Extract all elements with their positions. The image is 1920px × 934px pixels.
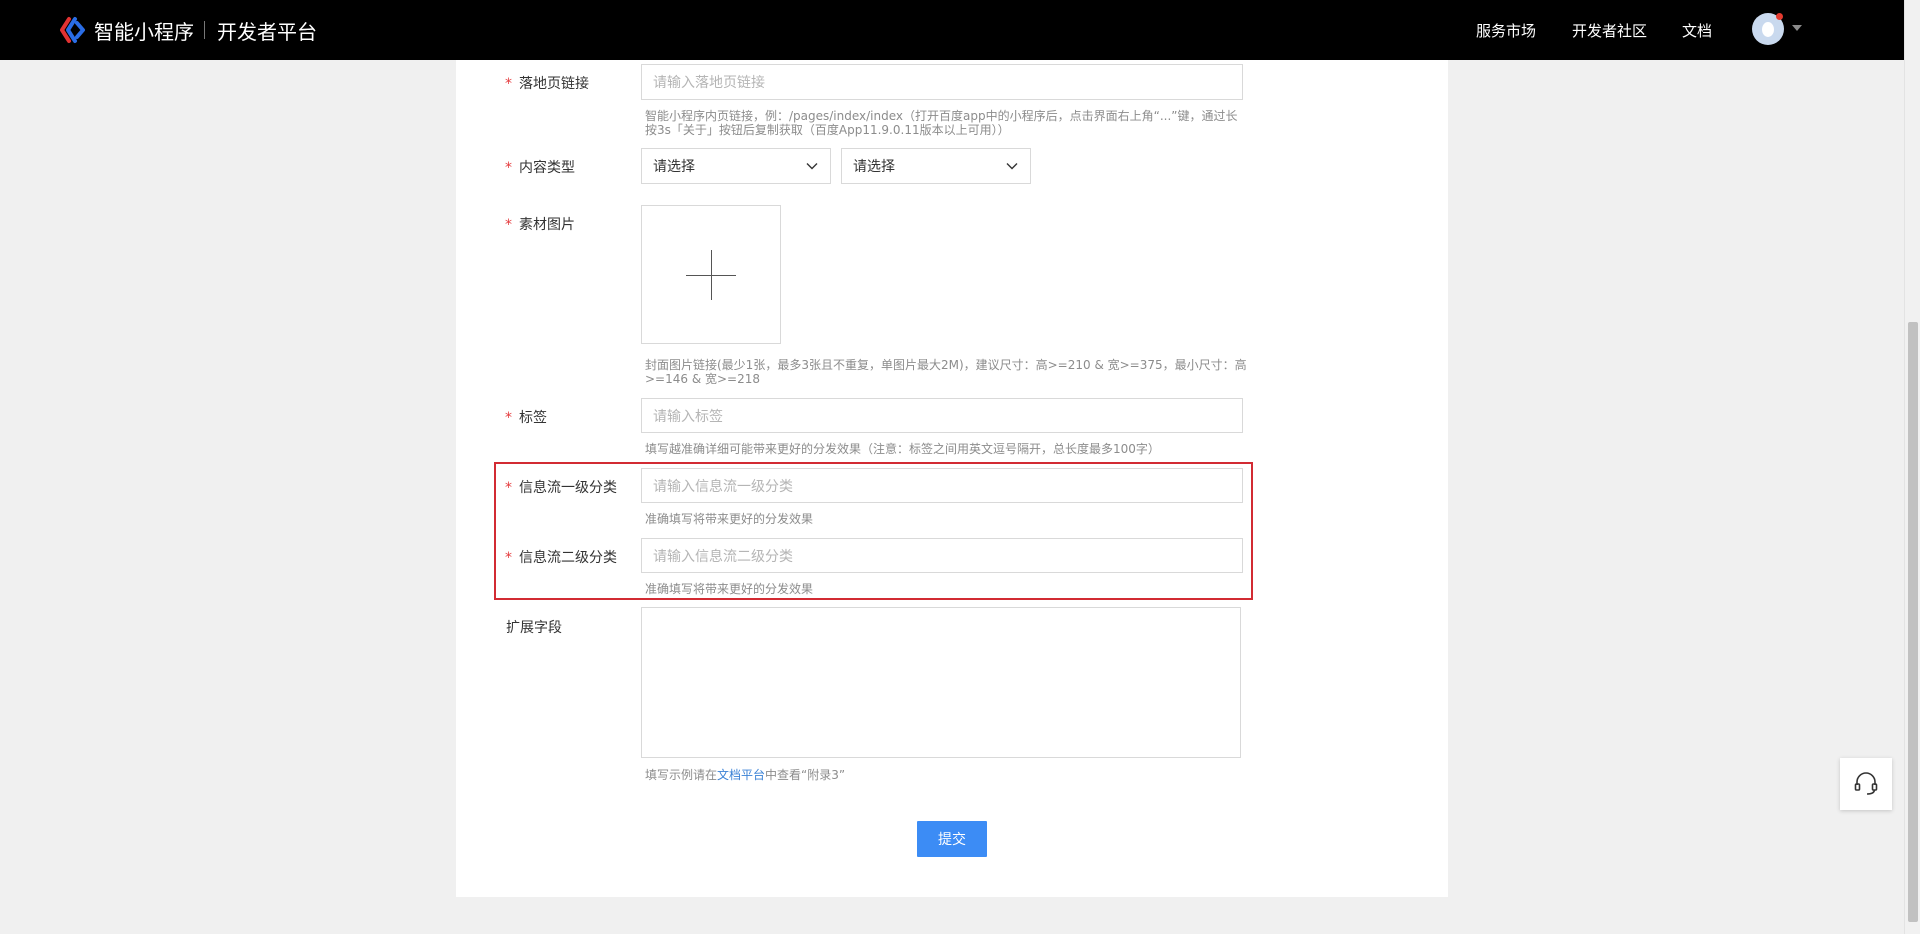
brand-name: 智能小程序 [94,19,194,44]
headset-icon [1854,772,1878,795]
plus-icon-vertical [711,250,712,300]
required-mark: * [505,480,512,496]
nav-docs[interactable]: 文档 [1682,0,1712,60]
required-mark: * [505,217,512,233]
tags-input[interactable]: 请输入标签 [641,398,1243,433]
extension-field-label: 扩展字段 [506,620,562,636]
feed-level2-label: * 信息流二级分类 [505,550,617,566]
chevron-down-icon [1006,163,1018,170]
brand-divider [204,21,205,39]
chevron-down-icon[interactable] [1792,25,1802,31]
customer-service-button[interactable] [1840,758,1892,810]
content-type-label: * 内容类型 [505,160,575,176]
page-scrollbar[interactable] [1904,0,1920,934]
top-navbar: 智能小程序 开发者平台 服务市场 开发者社区 文档 [0,0,1904,60]
landing-page-label: * 落地页链接 [505,76,589,92]
brand-logo[interactable]: 智能小程序 开发者平台 [60,16,317,44]
notification-dot [1776,13,1783,20]
smart-program-logo-icon [60,17,85,43]
scrollbar-thumb[interactable] [1908,322,1918,922]
nav-service-market[interactable]: 服务市场 [1476,0,1536,60]
feed-level1-input[interactable]: 请输入信息流一级分类 [641,468,1243,503]
tags-hint: 填写越准确详细可能带来更好的分发效果（注意：标签之间用英文逗号隔开，总长度最多1… [645,442,1160,456]
landing-page-hint: 智能小程序内页链接，例：/pages/index/index（打开百度app中的… [645,109,1238,137]
image-upload-button[interactable] [641,205,781,344]
content-type-select-secondary[interactable]: 请选择 [841,148,1031,184]
docs-platform-link[interactable]: 文档平台 [717,768,765,782]
extension-field-hint: 填写示例请在文档平台中查看“附录3” [645,768,846,782]
content-type-select-primary[interactable]: 请选择 [641,148,831,184]
material-image-label: * 素材图片 [505,217,575,233]
nav-developer-community[interactable]: 开发者社区 [1572,0,1647,60]
feed-level1-hint: 准确填写将带来更好的分发效果 [645,512,814,526]
chevron-down-icon [806,163,818,170]
required-mark: * [505,550,512,566]
platform-name: 开发者平台 [217,19,317,44]
feed-level2-hint: 准确填写将带来更好的分发效果 [645,582,814,596]
material-image-hint: 封面图片链接(最少1张，最多3张且不重复，单图片最大2M)，建议尺寸：高>=21… [645,358,1247,386]
landing-page-input[interactable]: 请输入落地页链接 [641,64,1243,100]
required-mark: * [505,410,512,426]
feed-level2-input[interactable]: 请输入信息流二级分类 [641,538,1243,573]
submit-button[interactable]: 提交 [917,821,987,857]
extension-field-textarea[interactable] [641,607,1241,758]
required-mark: * [505,160,512,176]
feed-level1-label: * 信息流一级分类 [505,480,617,496]
tags-label: * 标签 [505,410,547,426]
avatar-face-icon [1762,22,1774,37]
required-mark: * [505,76,512,92]
